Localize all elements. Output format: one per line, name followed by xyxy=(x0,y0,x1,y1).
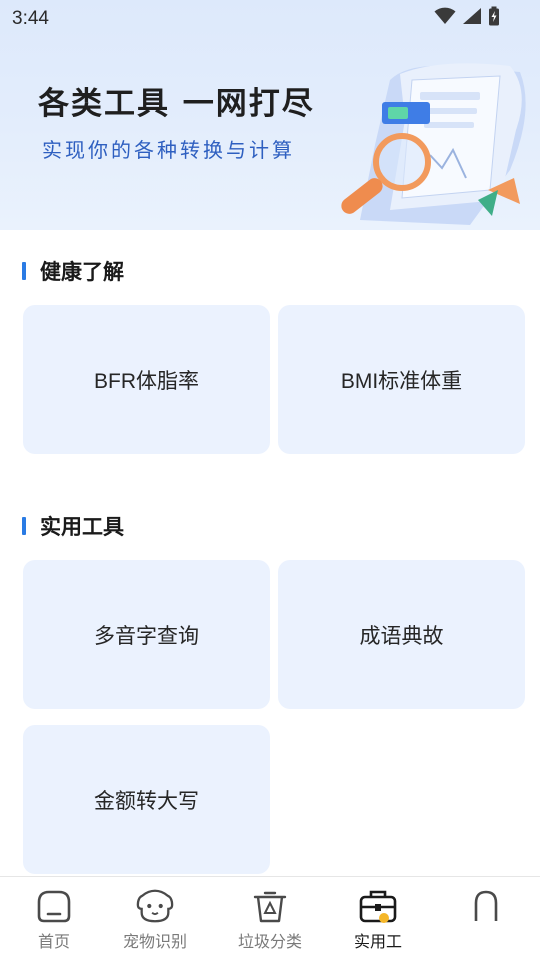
card-bfr-body-fat[interactable]: BFR体脂率 xyxy=(23,305,270,454)
banner-title: 各类工具 一网打尽 xyxy=(38,86,315,122)
nav-item-profile[interactable] xyxy=(432,877,540,960)
card-amount-to-uppercase[interactable]: 金额转大写 xyxy=(23,725,270,874)
nav-item-tools[interactable]: 实用工 xyxy=(324,877,432,960)
card-label: BMI标准体重 xyxy=(340,369,463,393)
nav-label: 垃圾分类 xyxy=(237,932,302,951)
nav-label: 首页 xyxy=(37,932,70,951)
section-accent-bar xyxy=(22,517,26,535)
section-accent-bar xyxy=(22,262,26,280)
pet-face-icon xyxy=(135,887,175,925)
card-idiom-stories[interactable]: 成语典故 xyxy=(278,560,525,709)
card-label: 成语典故 xyxy=(359,624,444,648)
section-title: 实用工具 xyxy=(40,515,124,539)
card-bmi-weight[interactable]: BMI标准体重 xyxy=(278,305,525,454)
card-label: BFR体脂率 xyxy=(94,369,199,393)
status-time: 3:44 xyxy=(12,8,49,29)
home-icon xyxy=(34,887,74,925)
nav-label: 宠物识别 xyxy=(122,932,187,951)
wifi-icon xyxy=(434,7,456,24)
card-label: 多音字查询 xyxy=(94,624,199,648)
bottom-nav: 首页 宠物识别 垃圾分类 实用工 xyxy=(0,876,540,960)
status-bar: 3:44 xyxy=(0,0,540,36)
section-title: 健康了解 xyxy=(40,260,124,284)
cell-signal-icon xyxy=(463,8,481,24)
section-header-health: 健康了解 xyxy=(22,256,124,286)
card-polyphone-lookup[interactable]: 多音字查询 xyxy=(23,560,270,709)
card-label: 金额转大写 xyxy=(94,789,199,813)
status-icons xyxy=(434,6,500,26)
nav-label: 实用工 xyxy=(353,932,402,951)
nav-item-pet-recognition[interactable]: 宠物识别 xyxy=(101,877,209,960)
trash-bin-icon xyxy=(250,887,290,925)
header-banner: 3:44 各类工具 一网打尽 实现你的各种转换与计算 xyxy=(0,0,540,230)
section-header-tools: 实用工具 xyxy=(22,511,124,541)
nav-item-garbage-sorting[interactable]: 垃圾分类 xyxy=(216,877,324,960)
battery-icon xyxy=(489,6,499,26)
toolbox-icon xyxy=(358,887,398,925)
document-magnifier-illustration xyxy=(341,63,526,225)
nav-item-home[interactable]: 首页 xyxy=(0,877,108,960)
profile-icon xyxy=(466,887,506,925)
banner-subtitle: 实现你的各种转换与计算 xyxy=(42,138,295,162)
